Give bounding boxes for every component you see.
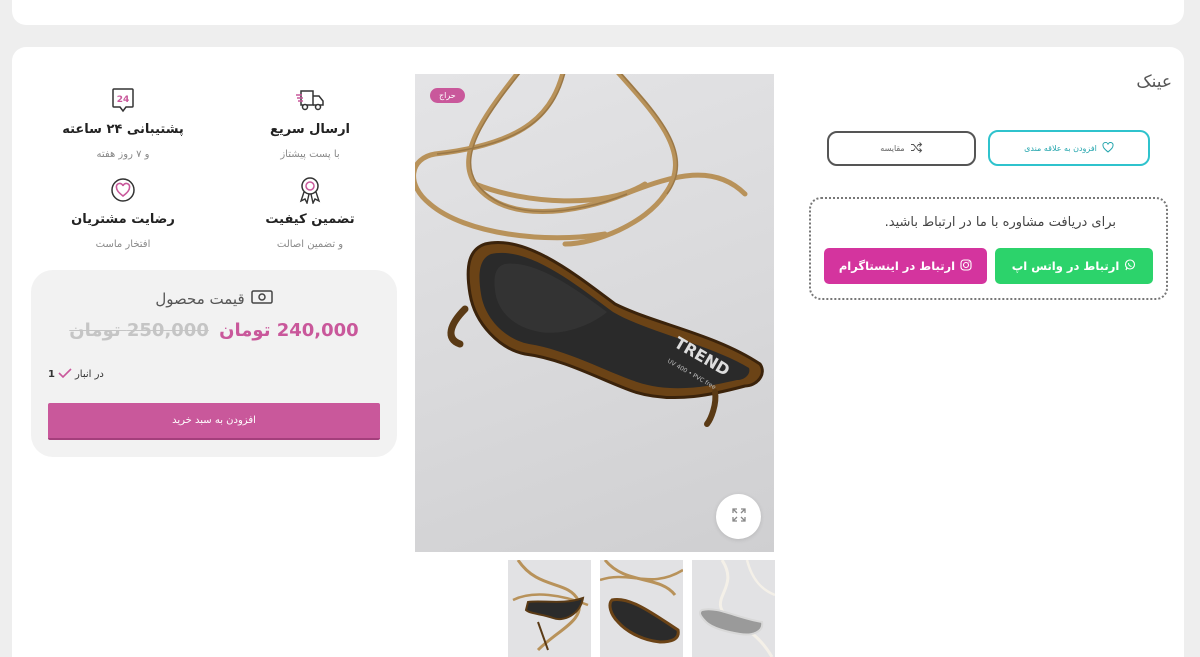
price-card: قیمت محصول 240,000 تومان 250,000 تومان د…	[31, 270, 397, 457]
check-icon	[58, 368, 72, 381]
cash-icon	[250, 290, 273, 308]
feature-quality: تضمین کیفیت و تضمین اصالت	[225, 176, 395, 250]
thumbnail-1-photo	[512, 560, 589, 652]
quality-medal-icon	[225, 176, 395, 204]
whatsapp-button[interactable]: ارتباط در واتس اپ	[995, 248, 1153, 284]
wishlist-button[interactable]: افزودن به علاقه مندی	[988, 130, 1150, 166]
consult-text: برای دریافت مشاوره با ما در ارتباط باشید…	[884, 215, 1116, 230]
support-24-text: 24	[117, 95, 130, 105]
support-24-icon: 24	[38, 86, 208, 114]
add-to-cart-label: افزودن به سبد خرید	[172, 415, 256, 426]
stock-count: 1	[48, 369, 55, 380]
product-main-image[interactable]: TREND UV 400 • PVC free	[415, 74, 774, 552]
sale-badge: حراج	[430, 88, 465, 103]
thumbnail-1[interactable]	[508, 560, 591, 657]
compare-label: مقایسه	[880, 144, 905, 153]
thumbnail-3-photo	[698, 560, 775, 657]
thumbnail-2[interactable]	[600, 560, 683, 657]
thumbnail-3[interactable]	[692, 560, 775, 657]
feature-satisfaction-title: رضایت مشتریان	[71, 212, 175, 227]
heart-badge-icon	[38, 176, 208, 204]
thumbnail-2-photo	[600, 560, 683, 644]
price-row: 240,000 تومان 250,000 تومان	[31, 320, 397, 341]
expand-icon	[731, 507, 746, 526]
price-new: 240,000 تومان	[219, 320, 359, 341]
wishlist-label: افزودن به علاقه مندی	[1024, 143, 1097, 153]
shuffle-icon	[910, 142, 923, 155]
whatsapp-label: ارتباط در واتس اپ	[1011, 259, 1120, 273]
add-to-cart-button[interactable]: افزودن به سبد خرید	[48, 403, 380, 440]
feature-support: 24 پشتیبانی ۲۴ ساعته و ۷ روز هفته	[38, 86, 208, 160]
sunglasses-photo: TREND UV 400 • PVC free	[415, 74, 764, 427]
feature-delivery-title: ارسال سریع	[269, 122, 351, 137]
consult-box: برای دریافت مشاوره با ما در ارتباط باشید…	[809, 197, 1168, 300]
zoom-button[interactable]	[716, 494, 761, 539]
heart-icon	[1102, 141, 1114, 155]
compare-button[interactable]: مقایسه	[827, 131, 976, 166]
top-card	[12, 0, 1184, 25]
feature-delivery: ارسال سریع با پست پیشتاز	[225, 86, 395, 160]
stock-status: در انبار 1	[48, 368, 104, 381]
feature-delivery-subtitle: با پست پیشتاز	[280, 149, 340, 160]
stock-label: در انبار	[74, 369, 104, 380]
product-title: عینک	[1136, 72, 1172, 92]
price-old: 250,000 تومان	[69, 320, 209, 341]
feature-satisfaction: رضایت مشتریان افتخار ماست	[38, 176, 208, 250]
whatsapp-icon	[1124, 258, 1136, 274]
instagram-button[interactable]: ارتباط در اینستاگرام	[824, 248, 987, 284]
instagram-icon	[960, 258, 972, 274]
feature-quality-subtitle: و تضمین اصالت	[276, 239, 344, 250]
feature-support-subtitle: و ۷ روز هفته	[96, 149, 150, 160]
instagram-label: ارتباط در اینستاگرام	[838, 259, 956, 273]
price-label-row: قیمت محصول	[31, 290, 397, 308]
feature-support-title: پشتیبانی ۲۴ ساعته	[62, 122, 184, 137]
delivery-truck-icon	[225, 86, 395, 114]
feature-quality-title: تضمین کیفیت	[265, 212, 355, 227]
price-label: قیمت محصول	[155, 290, 245, 308]
feature-satisfaction-subtitle: افتخار ماست	[95, 239, 151, 250]
